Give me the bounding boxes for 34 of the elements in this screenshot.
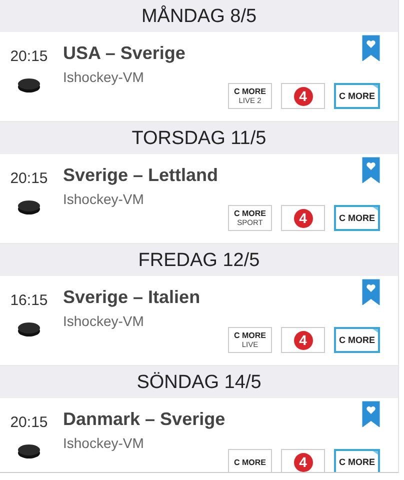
bookmark-heart-icon[interactable] <box>362 35 380 61</box>
bookmark-heart-icon[interactable] <box>362 401 380 427</box>
day-heading: FREDAG 12/5 <box>0 244 398 276</box>
day-heading: MÅNDAG 8/5 <box>0 0 398 32</box>
event-title: Sverige – Lettland <box>63 165 218 186</box>
event-time: 16:15 <box>10 292 48 309</box>
day-heading: TORSDAG 11/5 <box>0 122 398 154</box>
event-title: USA – Sverige <box>63 43 186 64</box>
puck-icon <box>17 443 41 459</box>
event-sport: Ishockey-VM <box>63 313 144 329</box>
event-time: 20:15 <box>10 48 48 65</box>
event-sport: Ishockey-VM <box>63 435 144 451</box>
event-sport: Ishockey-VM <box>63 69 144 85</box>
bookmark-heart-icon[interactable] <box>362 157 380 183</box>
event-sport: Ishockey-VM <box>63 191 144 207</box>
channel-logo: C MORE <box>334 327 380 353</box>
event-time: 20:15 <box>10 170 48 187</box>
channel-logo: C MORE <box>334 83 380 109</box>
puck-icon <box>17 77 41 93</box>
channel-logo: 4 <box>281 205 325 231</box>
day-heading: SÖNDAG 14/5 <box>0 366 398 398</box>
channel-logo: C MORE <box>334 205 380 231</box>
puck-icon <box>17 321 41 337</box>
channel-logo: 4 <box>281 327 325 353</box>
event-time: 20:15 <box>10 414 48 431</box>
channel-logo: C MORE <box>334 449 380 472</box>
event-row[interactable]: 20:15 Danmark – Sverige Ishockey-VM C MORE 4 C MORE <box>0 398 398 472</box>
channel-logo: C MORE <box>228 449 272 472</box>
channel-logo: 4 <box>281 449 325 472</box>
event-title: Danmark – Sverige <box>63 409 226 430</box>
event-title: Sverige – Italien <box>63 287 200 308</box>
channel-logo: 4 <box>281 83 325 109</box>
bookmark-heart-icon[interactable] <box>362 279 380 305</box>
puck-icon <box>17 199 41 215</box>
